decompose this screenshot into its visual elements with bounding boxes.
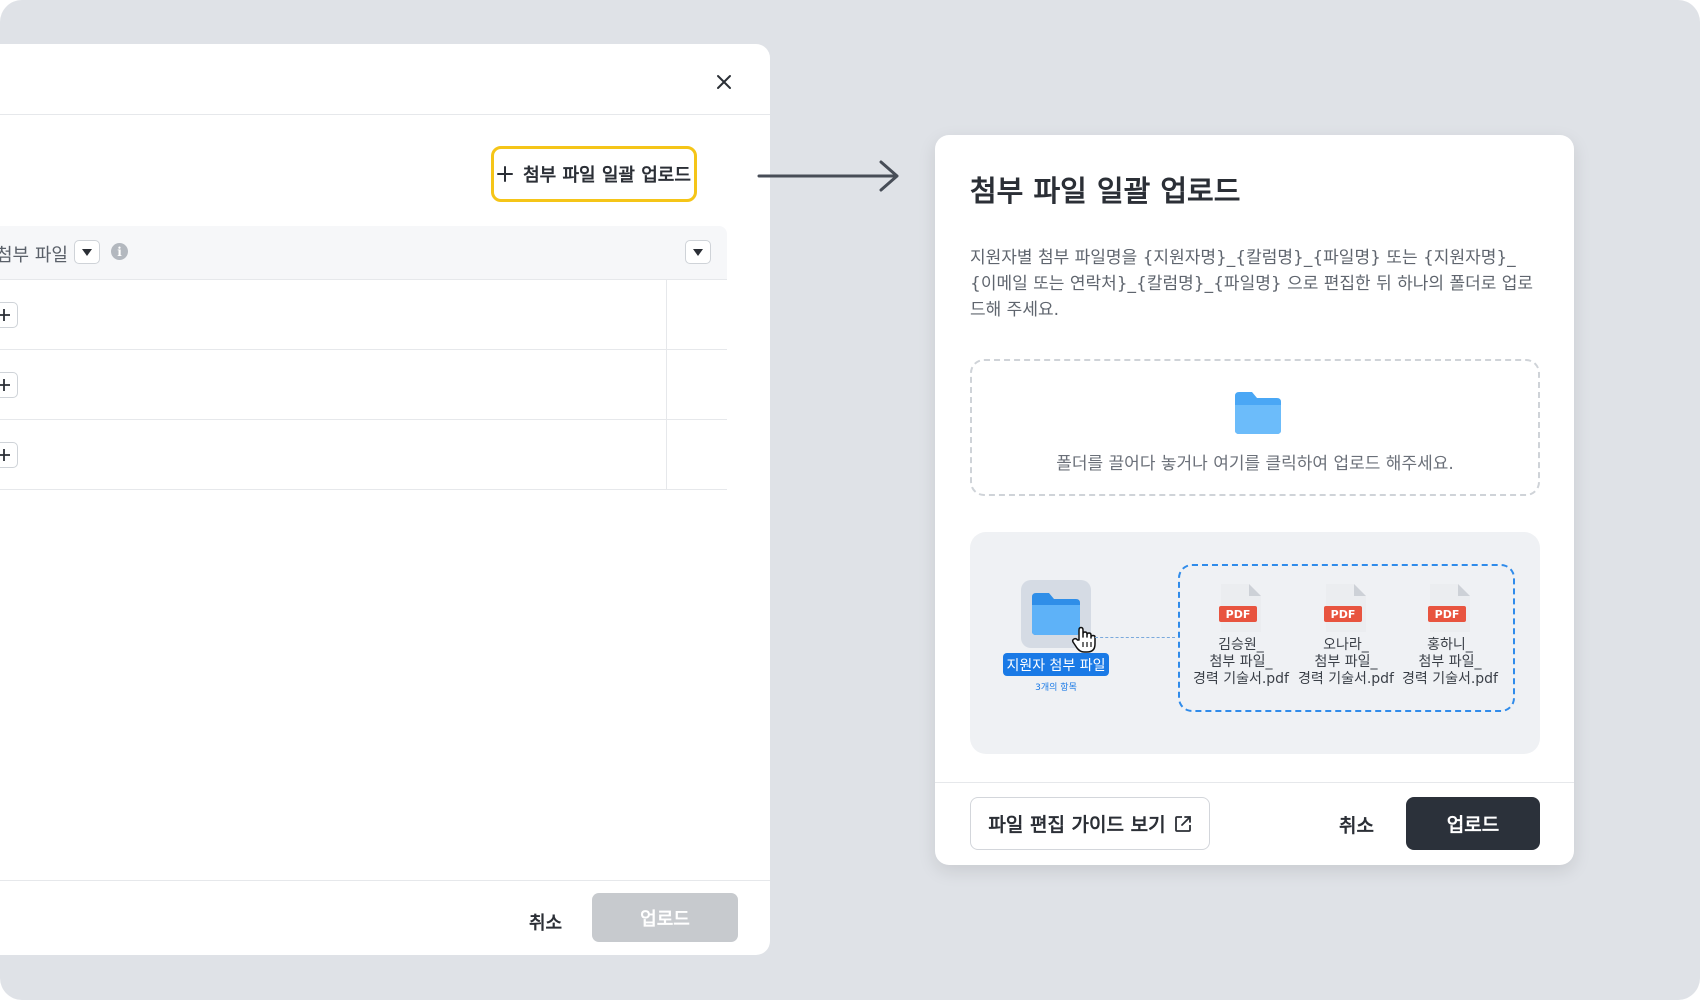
file-guide-label: 파일 편집 가이드 보기 (988, 814, 1166, 836)
table-row (0, 420, 727, 490)
example-file: PDF 김승원_ 첨부 파일_ 경력 기술서.pdf (1189, 582, 1293, 688)
example-file: PDF 오나라_ 첨부 파일_ 경력 기술서.pdf (1294, 582, 1398, 688)
column-dropdown-button[interactable] (74, 240, 100, 264)
add-file-button[interactable] (0, 372, 18, 398)
dropzone-text: 폴더를 끌어다 놓거나 여기를 클릭하여 업로드 해주세요. (1056, 454, 1454, 474)
external-link-icon (1174, 815, 1191, 832)
cancel-button[interactable]: 취소 (529, 909, 562, 935)
caret-down-icon (693, 248, 703, 256)
attachment-table: 첨부 파일 i (0, 226, 727, 490)
bulk-upload-label: 첨부 파일 일괄 업로드 (523, 165, 691, 186)
next-column-dropdown-button[interactable] (685, 240, 711, 264)
table-row (0, 350, 727, 420)
folder-dropzone[interactable]: 폴더를 끌어다 놓거나 여기를 클릭하여 업로드 해주세요. (970, 359, 1540, 496)
bulk-upload-modal: 첨부 파일 일괄 업로드 지원자별 첨부 파일명을 {지원자명}_{칼럼명}_{… (935, 135, 1574, 865)
hand-cursor-icon (1071, 626, 1096, 653)
plus-icon (0, 309, 10, 321)
svg-text:PDF: PDF (1435, 608, 1460, 621)
modal-title: 첨부 파일 일괄 업로드 (970, 174, 1241, 208)
upload-button-disabled[interactable]: 업로드 (592, 893, 738, 942)
table-header: 첨부 파일 i (0, 226, 727, 280)
pdf-file-icon: PDF (1219, 584, 1261, 632)
plus-icon (0, 379, 10, 391)
example-file-name: 오나라_ 첨부 파일_ 경력 기술서.pdf (1297, 637, 1394, 687)
left-modal-header (0, 44, 770, 115)
left-modal: 첨부 파일 일괄 업로드 첨부 파일 i 취소 업로드 (0, 44, 770, 955)
table-row (0, 280, 727, 350)
example-file: PDF 홍하니_ 첨부 파일_ 경력 기술서.pdf (1398, 582, 1502, 688)
upload-button[interactable]: 업로드 (1406, 797, 1540, 850)
canvas: 첨부 파일 일괄 업로드 첨부 파일 i 취소 업로드 첨부 파일 일괄 업로드… (0, 0, 1700, 1000)
close-button[interactable] (707, 65, 741, 99)
cancel-button[interactable]: 취소 (1339, 811, 1374, 838)
close-icon (717, 75, 731, 89)
example-folder-name: 지원자 첨부 파일 (1003, 653, 1109, 676)
column-header-label: 첨부 파일 (0, 245, 68, 266)
bulk-upload-button[interactable]: 첨부 파일 일괄 업로드 (491, 146, 697, 202)
svg-text:PDF: PDF (1226, 608, 1251, 621)
example-folder-count: 3개의 항목 (1035, 683, 1077, 693)
modal-footer: 파일 편집 가이드 보기 취소 업로드 (935, 782, 1574, 866)
add-file-button[interactable] (0, 442, 18, 468)
plus-icon (0, 449, 10, 461)
file-guide-button[interactable]: 파일 편집 가이드 보기 (970, 797, 1210, 850)
plus-icon (497, 166, 514, 182)
add-file-button[interactable] (0, 302, 18, 328)
info-icon[interactable]: i (111, 243, 128, 260)
caret-down-icon (82, 248, 92, 256)
example-folder (1021, 580, 1096, 653)
pdf-file-icon: PDF (1428, 584, 1470, 632)
svg-text:PDF: PDF (1331, 608, 1356, 621)
left-modal-footer: 취소 업로드 (0, 880, 770, 956)
pdf-file-icon: PDF (1324, 584, 1366, 632)
example-file-name: 김승원_ 첨부 파일_ 경력 기술서.pdf (1192, 637, 1289, 687)
modal-description: 지원자별 첨부 파일명을 {지원자명}_{칼럼명}_{파일명} 또는 {지원자명… (970, 248, 1534, 320)
arrow-right-icon (757, 160, 899, 192)
folder-icon (1235, 392, 1281, 434)
naming-example-panel: 지원자 첨부 파일 3개의 항목 PDF 김승원_ 첨부 파일_ 경력 기술서.… (970, 532, 1540, 754)
example-files-group: PDF 김승원_ 첨부 파일_ 경력 기술서.pdf PDF 오나라_ 첨부 파… (1178, 564, 1515, 712)
example-file-name: 홍하니_ 첨부 파일_ 경력 기술서.pdf (1401, 637, 1498, 687)
connector-line (1095, 637, 1175, 638)
